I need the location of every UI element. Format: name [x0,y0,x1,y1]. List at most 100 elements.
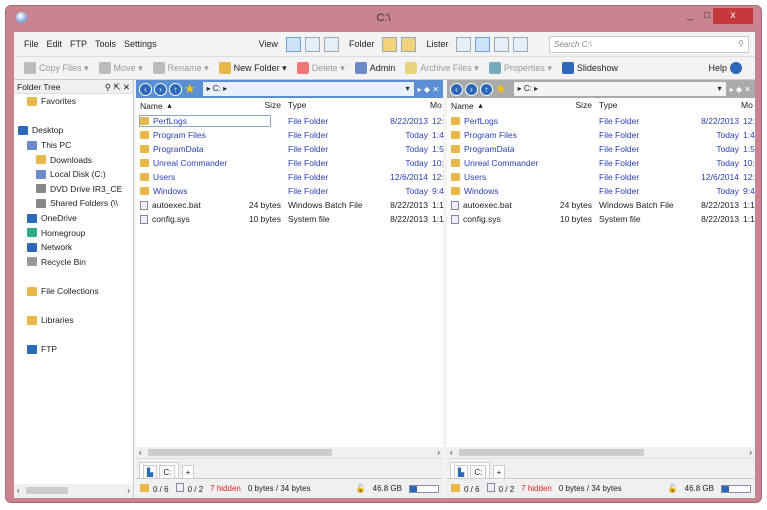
tree-item[interactable]: Favorites [14,94,133,109]
rename-button[interactable]: Rename ▾ [152,62,209,74]
favorites-star-icon[interactable]: ★ [184,81,196,97]
tree-controls-icons[interactable]: ⚲ ⇱ ✕ [105,82,130,92]
view-preview-icon[interactable] [304,36,320,52]
tree-scrollbar[interactable]: ‹ › [14,484,133,498]
help-button[interactable]: Help [708,62,745,74]
tree-item[interactable]: This PC [14,138,133,153]
archive-files-button[interactable]: Archive Files ▾ [405,62,479,74]
file-type: Windows Batch File [599,200,674,210]
column-size[interactable]: Size [236,100,281,110]
hidden-count[interactable]: 7 hidden [210,484,241,493]
horizontal-scrollbar[interactable]: ‹ › [447,447,755,458]
folder-options-icon[interactable] [382,36,398,52]
lock-icon[interactable]: 🔓 [668,484,678,493]
folder-binoculars-icon[interactable] [401,36,417,52]
folder-icon [451,117,460,125]
file-row[interactable]: autoexec.bat 24 bytes Windows Batch File… [447,198,755,212]
tree-item[interactable]: Downloads [14,152,133,167]
lister-single-icon[interactable] [456,36,472,52]
tree-item[interactable]: File Collections [14,284,133,299]
menu-settings[interactable]: Settings [124,39,157,49]
file-row[interactable]: Unreal Commander File Folder Today 10:5 [136,156,444,170]
back-icon[interactable]: ‹ [139,82,152,96]
tree-item[interactable]: Recycle Bin [14,255,133,270]
folder-icon [451,145,460,153]
file-row[interactable]: Unreal Commander File Folder Today 10:5 [447,156,755,170]
forward-icon[interactable]: › [154,82,167,96]
pane-controls-icons[interactable]: ▸ ◆ ✕ [730,85,751,94]
column-type[interactable]: Type [288,100,306,110]
up-icon[interactable]: ↑ [169,82,182,96]
minimize-button[interactable]: _ [681,8,699,24]
address-bar[interactable]: ▸ C: ▸ ▾ [513,82,726,96]
file-row[interactable]: Users File Folder 12/6/2014 12:1 [136,170,444,184]
tree-item-icon [27,344,37,354]
tree-item[interactable]: Homegroup [14,225,133,240]
path-segment[interactable]: C: [213,84,221,93]
back-icon[interactable]: ‹ [450,82,463,96]
path-segment[interactable]: C: [524,84,532,93]
close-button[interactable]: x [713,8,753,24]
file-row[interactable]: Program Files File Folder Today 1:4 [136,128,444,142]
tree-item[interactable]: DVD Drive IR3_CE [14,182,133,197]
search-icon[interactable]: ⚲ [738,39,744,48]
tree-item[interactable]: OneDrive [14,211,133,226]
delete-button[interactable]: Delete ▾ [296,62,345,74]
file-row[interactable]: Users File Folder 12/6/2014 12:1 [447,170,755,184]
view-details-icon[interactable] [285,36,301,52]
file-row[interactable]: ProgramData File Folder Today 1:5 [447,142,755,156]
search-input[interactable]: Search C:\ ⚲ [549,36,749,53]
move-button[interactable]: Move ▾ [98,62,143,74]
chevron-down-icon[interactable]: ▾ [718,84,722,94]
favorites-star-icon[interactable]: ★ [495,81,507,97]
lister-image-icon[interactable] [513,36,529,52]
hidden-count[interactable]: 7 hidden [521,484,552,493]
file-row[interactable]: ProgramData File Folder Today 1:5 [136,142,444,156]
tree-item[interactable]: Libraries [14,313,133,328]
column-type[interactable]: Type [599,100,617,110]
tree-item[interactable]: Shared Folders (\\ [14,196,133,211]
file-row[interactable]: autoexec.bat 24 bytes Windows Batch File… [136,198,444,212]
lister-list-icon[interactable] [494,36,510,52]
view-thumbnails-icon[interactable] [323,36,339,52]
tree-item[interactable]: Desktop [14,123,133,138]
tree-item[interactable]: Local Disk (C:) [14,167,133,182]
view-label: View [258,39,278,49]
file-row[interactable]: config.sys 10 bytes System file 8/22/201… [447,212,755,226]
chevron-down-icon[interactable]: ▾ [406,84,410,94]
tree-item-icon [27,315,37,325]
column-modified[interactable]: Mo [741,100,753,110]
lock-icon[interactable]: 🔓 [356,484,366,493]
folder-icon [140,187,149,195]
address-bar[interactable]: ▸ C: ▸ ▾ [202,82,414,96]
pane-controls-icons[interactable]: ▸ ◆ ✕ [418,85,439,94]
slideshow-button[interactable]: Slideshow [561,62,618,74]
admin-button[interactable]: Admin [354,62,395,74]
file-size: 10 bytes [559,214,592,224]
file-type: File Folder [599,130,640,140]
tree-item[interactable]: Network [14,240,133,255]
column-modified[interactable]: Mo [430,100,442,110]
column-size[interactable]: Size [547,100,592,110]
menu-file[interactable]: File [24,39,39,49]
file-row[interactable]: Windows File Folder Today 9:4 [136,184,444,198]
file-row[interactable]: Windows File Folder Today 9:4 [447,184,755,198]
up-icon[interactable]: ↑ [480,82,493,96]
file-row[interactable]: config.sys 10 bytes System file 8/22/201… [136,212,444,226]
forward-icon[interactable]: › [465,82,478,96]
selection-size: 0 bytes / 34 bytes [558,484,622,493]
file-row[interactable]: PerfLogs File Folder 8/22/2013 12:5 [136,114,444,128]
copy-files-button[interactable]: Copy Files ▾ [24,62,89,74]
lister-dual-icon[interactable] [475,36,491,52]
file-row[interactable]: PerfLogs File Folder 8/22/2013 12:5 [447,114,755,128]
new-folder-button[interactable]: New Folder ▾ [218,62,287,74]
horizontal-scrollbar[interactable]: ‹ › [136,447,443,458]
file-row[interactable]: Program Files File Folder Today 1:4 [447,128,755,142]
menu-edit[interactable]: Edit [47,39,63,49]
menu-tools[interactable]: Tools [95,39,116,49]
properties-button[interactable]: Properties ▾ [488,62,552,74]
menu-ftp[interactable]: FTP [70,39,87,49]
tree-item[interactable]: FTP [14,342,133,357]
